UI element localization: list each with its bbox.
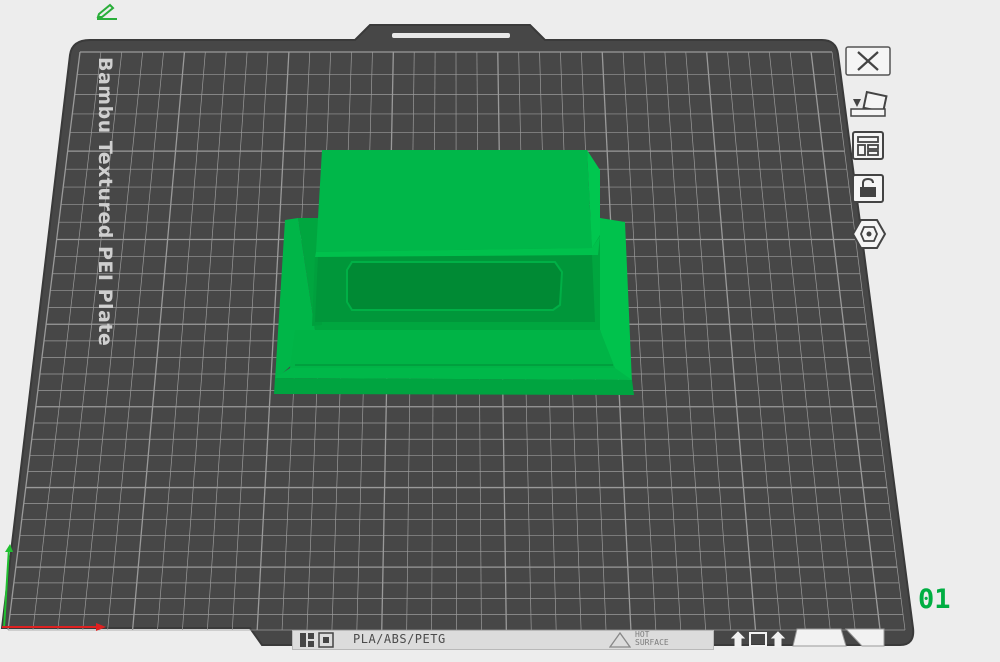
- plate-number: 01: [918, 584, 951, 615]
- auto-orient-icon: [850, 90, 888, 117]
- plate-name-label: Bambu Textured PEI Plate: [94, 57, 116, 347]
- plate-outline-icon: [749, 632, 767, 647]
- arrow-up-icon: [730, 631, 746, 648]
- arrange-icon: [852, 131, 884, 160]
- plate-info-bar: PLA/ABS/PETG HOT SURFACE: [292, 630, 714, 650]
- model-box-top: [316, 150, 592, 252]
- model-box-inner-panel: [346, 261, 564, 311]
- plate-tab: [792, 628, 847, 647]
- plate-settings-button[interactable]: [845, 218, 891, 250]
- model-object[interactable]: [274, 150, 634, 395]
- plate-orientation-icons: [730, 631, 788, 648]
- lock-icon: [852, 174, 884, 203]
- bambu-logo-icon: [300, 632, 334, 648]
- hot-surface-warning: HOT SURFACE: [635, 630, 669, 647]
- lock-plate-button[interactable]: [845, 173, 891, 205]
- material-compatibility-text: PLA/ABS/PETG: [353, 632, 446, 646]
- auto-orient-button[interactable]: [845, 89, 891, 121]
- arrow-up-icon: [770, 631, 786, 648]
- edit-plate-name-icon[interactable]: [95, 2, 121, 20]
- settings-hex-icon: [851, 219, 887, 249]
- plate-handle: [392, 33, 510, 38]
- arrange-button[interactable]: [845, 130, 891, 162]
- model-base-front: [274, 378, 634, 395]
- hot-warning-icon: [609, 632, 631, 648]
- delete-plate-button[interactable]: [845, 46, 891, 78]
- model-base-front-slope: [290, 330, 615, 368]
- model-base-ledge: [275, 368, 632, 380]
